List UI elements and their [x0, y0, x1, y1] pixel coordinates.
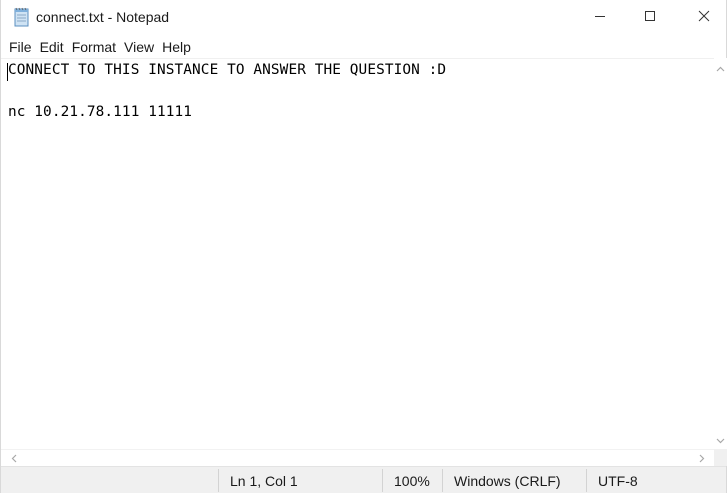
editor-line-1: CONNECT TO THIS INSTANCE TO ANSWER THE Q… — [8, 62, 447, 78]
status-divider — [218, 469, 219, 492]
menu-help[interactable]: Help — [158, 37, 195, 58]
scroll-right-icon[interactable] — [695, 452, 708, 465]
status-line-ending: Windows (CRLF) — [454, 473, 561, 489]
status-divider — [586, 469, 587, 492]
scroll-left-icon[interactable] — [7, 452, 20, 465]
maximize-icon — [644, 9, 656, 27]
editor-line-3: nc 10.21.78.111 11111 — [8, 104, 193, 120]
status-zoom: 100% — [394, 473, 430, 489]
status-encoding: UTF-8 — [598, 473, 638, 489]
maximize-button[interactable] — [627, 0, 673, 36]
title-bar[interactable]: connect.txt - Notepad — [1, 0, 726, 36]
menu-view[interactable]: View — [120, 37, 158, 58]
scroll-down-icon[interactable] — [714, 434, 727, 447]
status-cursor-position: Ln 1, Col 1 — [230, 473, 298, 489]
menu-format[interactable]: Format — [68, 37, 120, 58]
status-divider — [442, 469, 443, 492]
status-bar: Ln 1, Col 1 100% Windows (CRLF) UTF-8 — [1, 466, 726, 493]
window-title: connect.txt - Notepad — [36, 9, 170, 25]
horizontal-scrollbar[interactable] — [1, 449, 714, 466]
minimize-button[interactable] — [577, 0, 623, 36]
notepad-icon — [13, 7, 31, 27]
scroll-up-icon[interactable] — [714, 62, 727, 75]
status-divider — [382, 469, 383, 492]
scrollbar-corner — [714, 449, 727, 466]
notepad-window: connect.txt - Notepad File Edit Format V… — [0, 0, 727, 493]
close-icon — [698, 9, 710, 27]
menu-edit[interactable]: Edit — [36, 37, 68, 58]
vertical-scrollbar[interactable] — [714, 58, 727, 449]
menu-bar: File Edit Format View Help — [1, 37, 726, 58]
close-button[interactable] — [681, 0, 727, 36]
text-editor[interactable]: CONNECT TO THIS INSTANCE TO ANSWER THE Q… — [1, 58, 714, 449]
menu-file[interactable]: File — [5, 37, 36, 58]
minimize-icon — [594, 9, 606, 27]
